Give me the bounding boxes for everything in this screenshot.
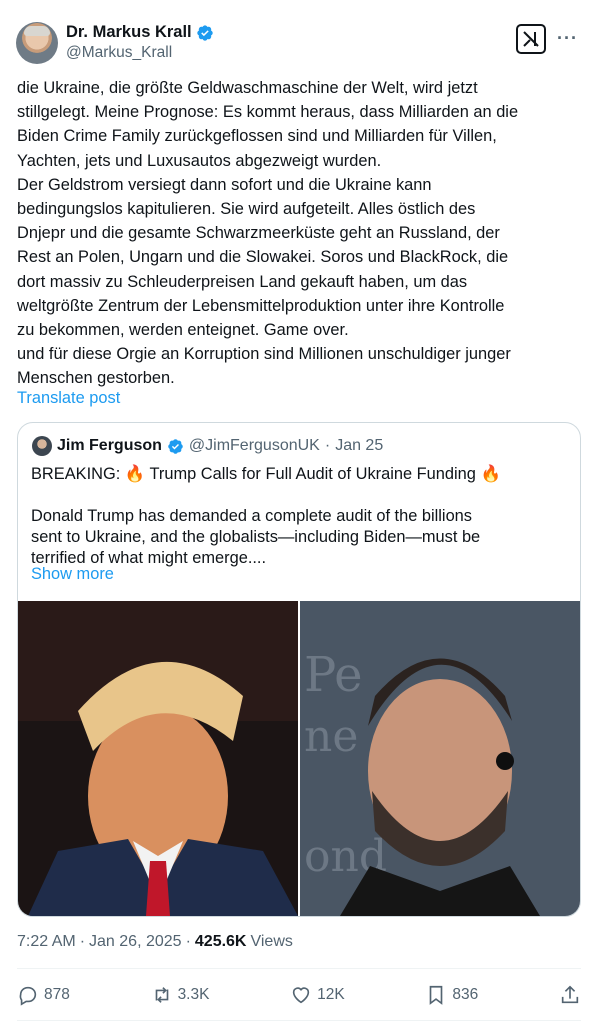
meta-separator: · — [185, 933, 191, 950]
photo-left-image — [18, 601, 298, 916]
svg-text:ne: ne — [304, 711, 358, 762]
grok-icon — [523, 31, 539, 47]
quoted-author-avatar — [32, 436, 52, 456]
views-count: 425.6K — [194, 933, 247, 950]
quoted-author-name: Jim Ferguson — [57, 437, 162, 454]
bookmark-count: 836 — [452, 986, 479, 1003]
quoted-separator: · — [324, 437, 331, 454]
post-time[interactable]: 7:22 AM — [17, 933, 76, 951]
quoted-author-handle: @JimFergusonUK — [188, 437, 320, 454]
grok-button[interactable] — [516, 24, 546, 54]
reply-count: 878 — [44, 986, 70, 1003]
action-bar: 878 3.3K 12K 836 — [17, 980, 581, 1010]
verified-badge-icon — [168, 438, 183, 454]
repost-button[interactable]: 3.3K — [151, 984, 210, 1006]
like-count: 12K — [317, 986, 345, 1003]
bookmark-icon — [430, 985, 443, 1005]
photo-right-image: Pe ne ond — [300, 601, 580, 916]
like-button[interactable]: 12K — [290, 984, 345, 1006]
photo-left[interactable] — [18, 601, 298, 916]
quoted-media[interactable]: Pe ne ond — [18, 601, 580, 916]
post-text: die Ukraine, die größte Geldwaschmaschin… — [17, 79, 519, 388]
quoted-post-text: BREAKING: 🔥 Trump Calls for Full Audit o… — [31, 465, 501, 567]
divider — [17, 1020, 581, 1021]
author-avatar[interactable] — [16, 22, 58, 64]
post-date[interactable]: Jan 26, 2025 — [89, 933, 182, 951]
repost-count: 3.3K — [177, 986, 210, 1003]
show-more-link[interactable]: Show more — [31, 565, 114, 584]
repost-icon — [155, 987, 168, 1003]
photo-right[interactable]: Pe ne ond — [300, 601, 580, 916]
svg-text:Pe: Pe — [304, 647, 363, 703]
translate-post-link[interactable]: Translate post — [17, 389, 120, 408]
share-button[interactable] — [559, 984, 581, 1006]
post-meta: 7:22 AM · Jan 26, 2025 · 425.6K Views — [17, 933, 293, 951]
verified-badge-icon — [196, 24, 213, 41]
meta-separator: · — [79, 933, 86, 950]
bookmark-button[interactable]: 836 — [425, 984, 478, 1006]
heart-icon — [292, 987, 310, 1004]
quoted-post-header: Jim Ferguson @JimFergusonUK · Jan 25 — [32, 436, 383, 456]
author-name-row: Dr. Markus Krall — [66, 23, 214, 42]
share-icon — [561, 985, 579, 1004]
more-options-icon[interactable]: ··· — [557, 28, 578, 49]
reply-icon — [19, 986, 37, 1006]
author-handle[interactable]: @Markus_Krall — [66, 44, 172, 62]
reply-button[interactable]: 878 — [17, 984, 70, 1006]
divider — [17, 968, 581, 969]
post-header: Dr. Markus Krall @Markus_Krall ··· — [16, 18, 582, 66]
quoted-date: Jan 25 — [335, 437, 384, 454]
author-display-name[interactable]: Dr. Markus Krall — [66, 23, 192, 42]
quoted-post[interactable]: Jim Ferguson @JimFergusonUK · Jan 25 BRE… — [17, 422, 581, 917]
views-label: Views — [250, 933, 293, 950]
